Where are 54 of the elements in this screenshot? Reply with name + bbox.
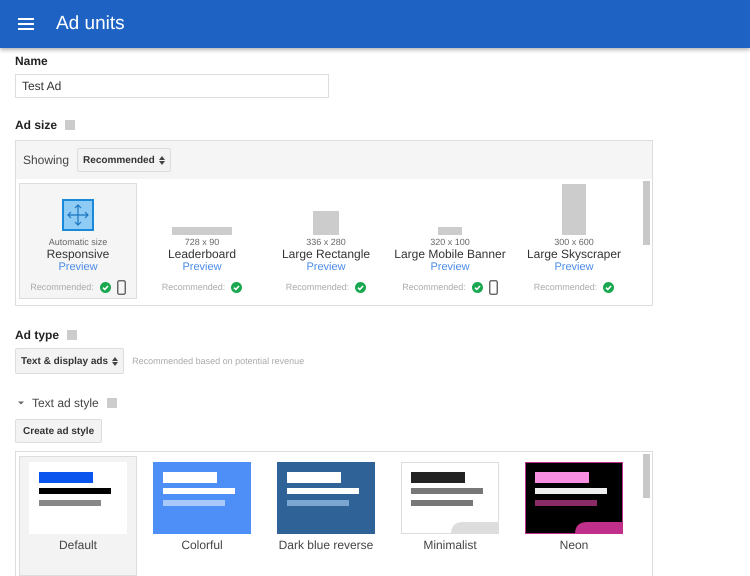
updown-arrow-icon bbox=[158, 156, 165, 164]
style-name: Colorful bbox=[181, 538, 223, 552]
scrollbar[interactable] bbox=[643, 181, 650, 245]
section-label: Ad size bbox=[15, 118, 58, 132]
check-icon bbox=[100, 282, 111, 292]
mobile-phone-icon bbox=[488, 280, 498, 294]
ad-type-select[interactable]: Text & display ads bbox=[15, 348, 124, 374]
recommended-label: Recommended: bbox=[402, 282, 466, 292]
showing-select[interactable]: Recommended bbox=[77, 148, 171, 172]
style-name: Default bbox=[58, 538, 98, 552]
ad-size-shape bbox=[438, 227, 462, 235]
ad-size-shape bbox=[172, 227, 232, 235]
size-name: Large Mobile Banner bbox=[394, 247, 506, 261]
recommended-label: Recommended: bbox=[534, 282, 598, 292]
size-name: Responsive bbox=[46, 247, 110, 261]
ad-size-shape bbox=[313, 211, 339, 235]
page-title: Ad units bbox=[56, 13, 125, 35]
size-name: Large Rectangle bbox=[282, 247, 370, 261]
ad-size-card[interactable]: Automatic size Responsive Preview Recommended: bbox=[19, 183, 137, 299]
size-dimensions: 336 x 280 bbox=[306, 237, 346, 247]
field-label: Name bbox=[15, 54, 48, 68]
check-icon bbox=[472, 282, 483, 292]
menu-icon[interactable] bbox=[18, 18, 34, 30]
help-icon[interactable] bbox=[65, 120, 76, 130]
style-name: Minimalist bbox=[423, 538, 477, 552]
resize-icon bbox=[62, 199, 94, 231]
recommended-label: Recommended: bbox=[30, 282, 94, 292]
size-name: Leaderboard bbox=[168, 247, 236, 261]
check-icon bbox=[603, 282, 614, 293]
mobile-phone-icon bbox=[116, 280, 126, 294]
showing-label: Showing bbox=[23, 153, 70, 167]
size-dimensions: 320 x 100 bbox=[430, 237, 470, 247]
check-icon bbox=[355, 282, 366, 292]
style-name: Neon bbox=[560, 538, 588, 552]
section-label: Ad type bbox=[15, 328, 60, 342]
help-icon[interactable] bbox=[67, 330, 78, 340]
size-name: Large Skyscraper bbox=[526, 247, 622, 262]
size-dimensions: 728 x 90 bbox=[184, 237, 220, 247]
updown-arrow-icon bbox=[112, 356, 118, 366]
section-label: Text ad style bbox=[32, 396, 99, 410]
style-name: Dark blue reverse bbox=[278, 538, 374, 552]
recommended-label: Recommended: bbox=[286, 282, 350, 292]
name-input[interactable]: Test Ad bbox=[15, 74, 329, 98]
ad-size-shape bbox=[562, 184, 586, 236]
recommendation-note: Recommended based on potential revenue bbox=[132, 356, 304, 366]
size-dimensions: Automatic size bbox=[48, 237, 108, 247]
check-icon bbox=[231, 282, 242, 292]
size-dimensions: 300 x 600 bbox=[554, 237, 594, 248]
ad-style-card[interactable]: Default bbox=[19, 456, 137, 576]
recommended-label: Recommended: bbox=[162, 282, 226, 292]
caret-icon[interactable] bbox=[18, 400, 24, 406]
help-icon[interactable] bbox=[106, 398, 117, 408]
scrollbar[interactable] bbox=[643, 454, 650, 498]
create-ad-style-button[interactable]: Create ad style bbox=[15, 419, 102, 443]
